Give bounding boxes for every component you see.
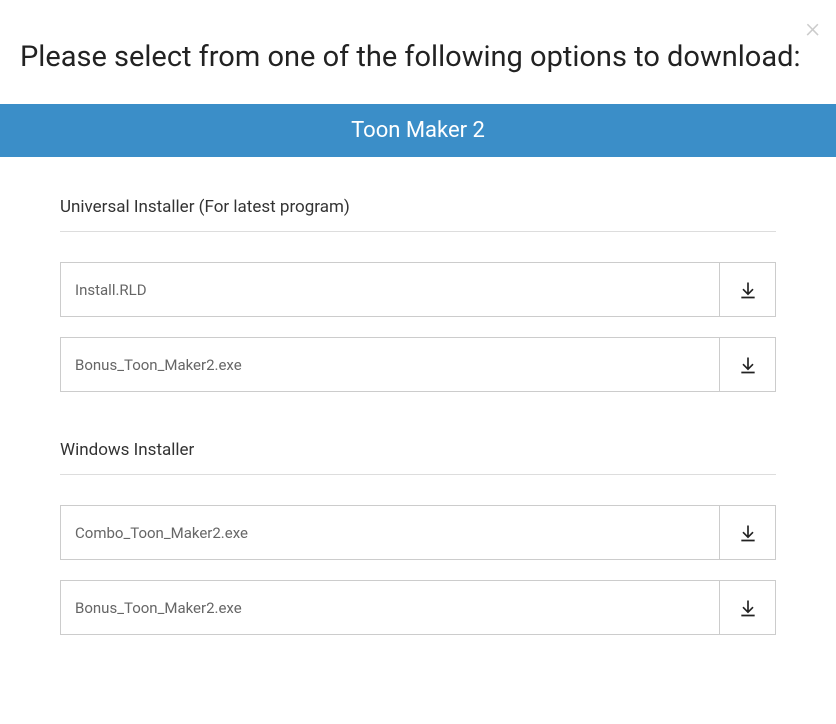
- file-name-label: Bonus_Toon_Maker2.exe: [61, 338, 719, 391]
- file-name-label: Combo_Toon_Maker2.exe: [61, 506, 719, 559]
- download-row: Combo_Toon_Maker2.exe: [60, 505, 776, 560]
- download-sections: Universal Installer (For latest program)…: [0, 157, 836, 635]
- section-title: Universal Installer (For latest program): [60, 197, 776, 217]
- close-icon: ×: [805, 11, 820, 44]
- section-universal-installer: Universal Installer (For latest program)…: [60, 197, 776, 392]
- download-row: Install.RLD: [60, 262, 776, 317]
- product-title: Toon Maker 2: [351, 118, 485, 143]
- download-button[interactable]: [719, 506, 775, 559]
- section-windows-installer: Windows Installer Combo_Toon_Maker2.exe …: [60, 440, 776, 635]
- download-button[interactable]: [719, 263, 775, 316]
- download-icon: [738, 355, 758, 375]
- download-icon: [738, 280, 758, 300]
- close-button[interactable]: ×: [805, 14, 820, 42]
- file-name-label: Install.RLD: [61, 263, 719, 316]
- section-title: Windows Installer: [60, 440, 776, 460]
- download-icon: [738, 598, 758, 618]
- section-divider: [60, 231, 776, 232]
- download-button[interactable]: [719, 338, 775, 391]
- download-button[interactable]: [719, 581, 775, 634]
- download-row: Bonus_Toon_Maker2.exe: [60, 337, 776, 392]
- download-icon: [738, 523, 758, 543]
- download-row: Bonus_Toon_Maker2.exe: [60, 580, 776, 635]
- product-title-bar: Toon Maker 2: [0, 104, 836, 157]
- file-name-label: Bonus_Toon_Maker2.exe: [61, 581, 719, 634]
- section-divider: [60, 474, 776, 475]
- page-heading: Please select from one of the following …: [0, 0, 836, 104]
